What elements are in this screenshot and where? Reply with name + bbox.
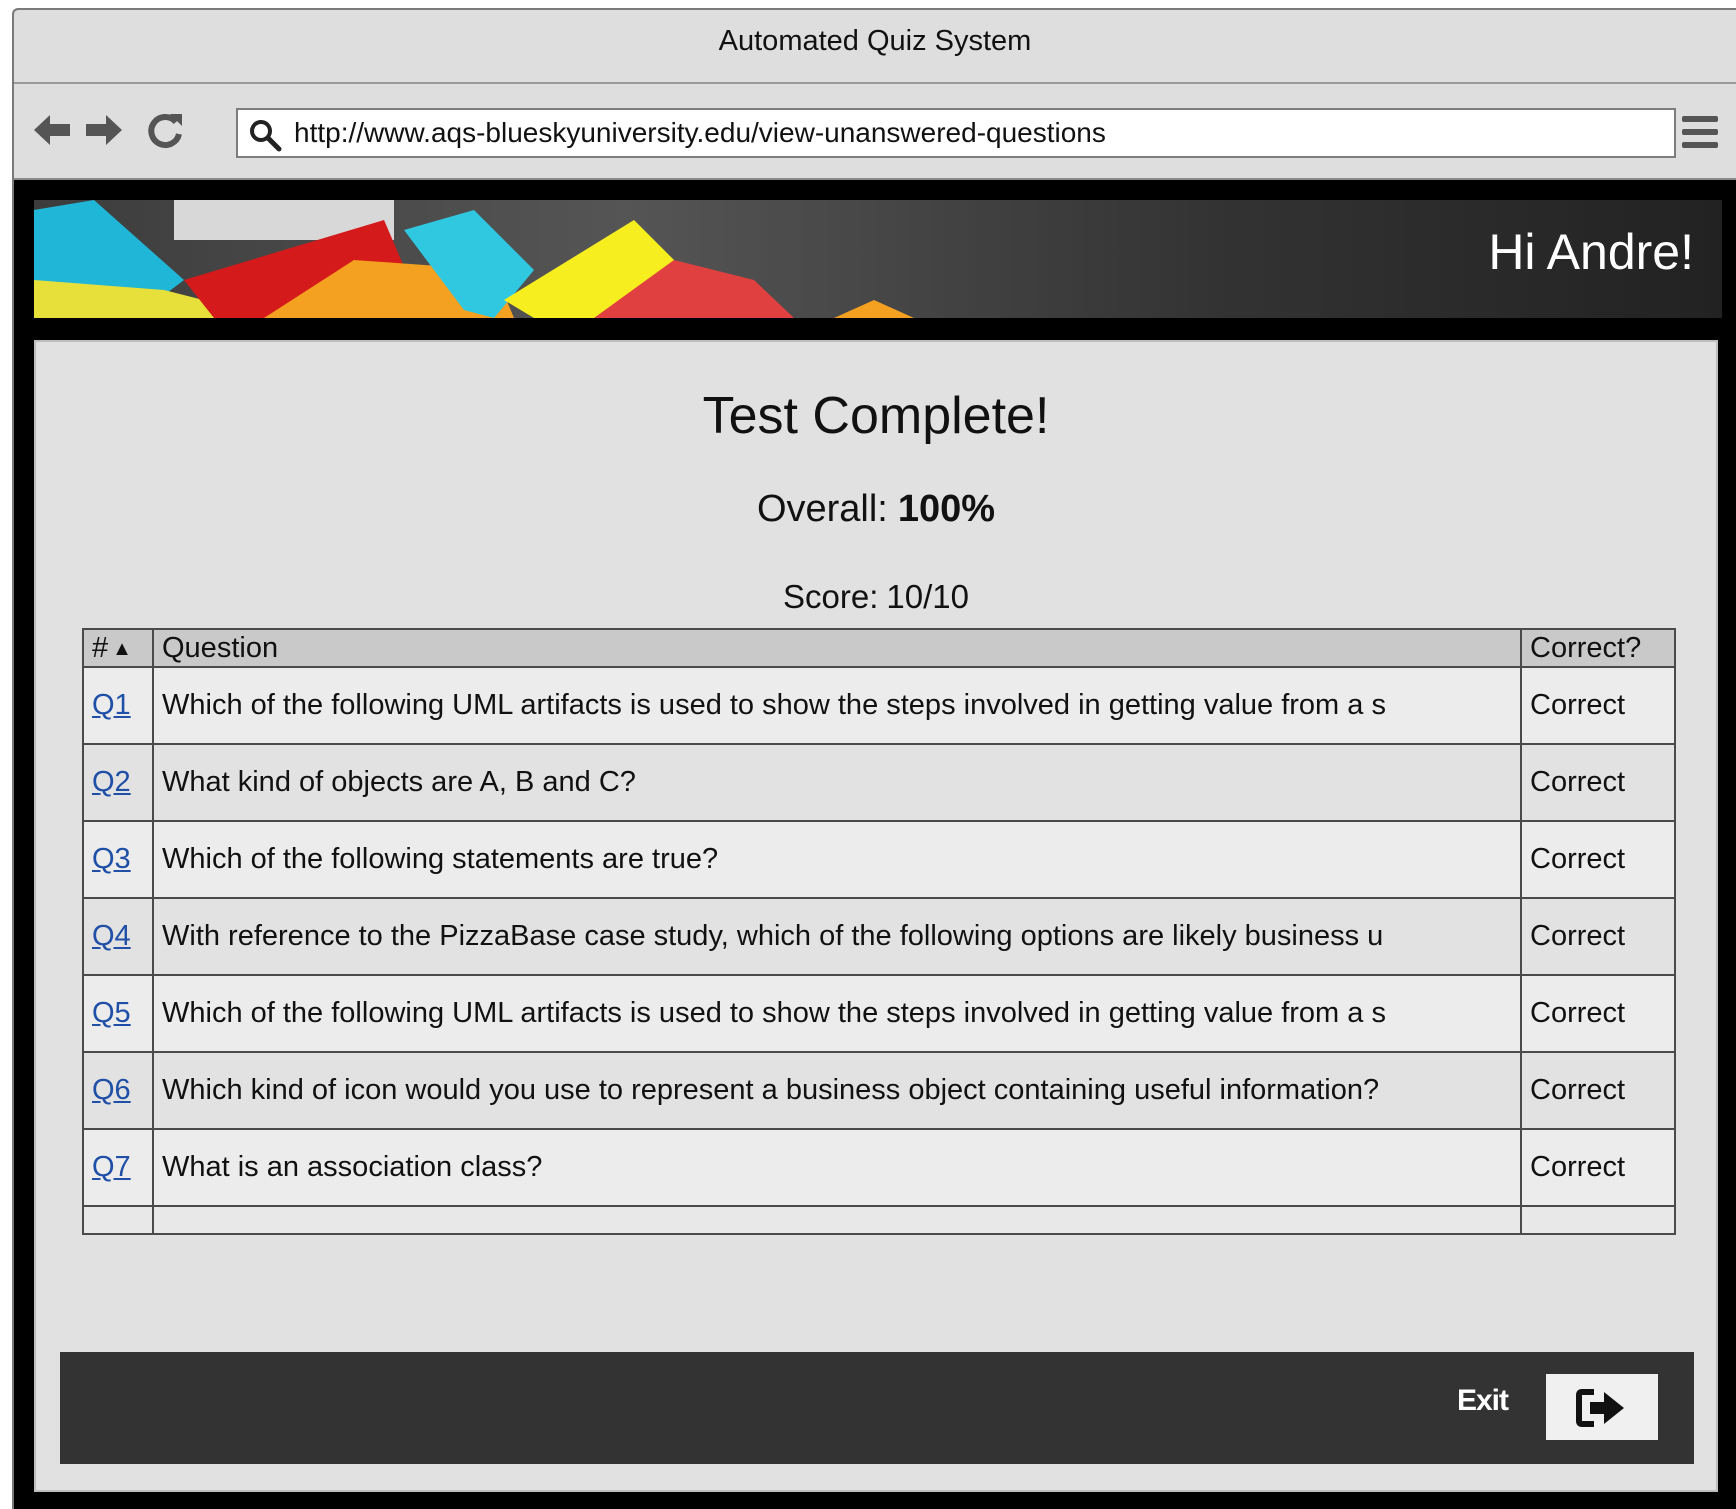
- question-link[interactable]: Q4: [92, 920, 131, 952]
- question-text: What kind of objects are A, B and C?: [152, 743, 1522, 822]
- table-row: Q1 Which of the following UML artifacts …: [82, 666, 1676, 745]
- table-row: Q3 Which of the following statements are…: [82, 820, 1676, 899]
- address-bar[interactable]: [236, 108, 1676, 158]
- results-panel: Test Complete! Overall: 100% Score: 10/10 …: [34, 340, 1718, 1492]
- question-text: With reference to the PizzaBase case stu…: [152, 897, 1522, 976]
- url-input[interactable]: [294, 114, 1654, 152]
- correct-status: Correct: [1520, 666, 1676, 745]
- browser-menu-button[interactable]: [1678, 108, 1722, 156]
- score-result: Score: 10/10: [36, 578, 1716, 616]
- user-greeting: Hi Andre!: [1488, 224, 1694, 280]
- forward-button[interactable]: [82, 110, 126, 150]
- table-row: Q6 Which kind of icon would you use to r…: [82, 1051, 1676, 1130]
- question-text: Which kind of icon would you use to repr…: [152, 1051, 1522, 1130]
- back-button[interactable]: [30, 110, 74, 150]
- hamburger-menu-icon: [1682, 116, 1718, 148]
- empty-table-row: [82, 1205, 1676, 1235]
- correct-status: Correct: [1520, 1128, 1676, 1207]
- correct-status: Correct: [1520, 897, 1676, 976]
- question-text: Which of the following statements are tr…: [152, 820, 1522, 899]
- correct-status: Correct: [1520, 1051, 1676, 1130]
- score-value: 10/10: [886, 578, 969, 615]
- browser-window: Automated Quiz System http://www.aqs-blu…: [12, 8, 1736, 1509]
- question-link[interactable]: Q1: [92, 689, 131, 721]
- window-title: Automated Quiz System: [14, 10, 1736, 84]
- exit-label: Exit: [1456, 1384, 1509, 1417]
- forward-arrow-icon: [86, 115, 122, 145]
- refresh-icon: [148, 114, 182, 149]
- overall-result: Overall: 100%: [36, 488, 1716, 531]
- question-link[interactable]: Q5: [92, 997, 131, 1029]
- table-row: Q2 What kind of objects are A, B and C? …: [82, 743, 1676, 822]
- sort-ascending-icon: ▲: [112, 637, 132, 660]
- exit-button[interactable]: [1546, 1374, 1658, 1440]
- question-link[interactable]: Q6: [92, 1074, 131, 1106]
- column-header-question[interactable]: Question: [152, 628, 1522, 668]
- question-link[interactable]: Q2: [92, 766, 131, 798]
- back-arrow-icon: [34, 115, 70, 145]
- browser-toolbar: [14, 84, 1736, 180]
- question-link[interactable]: Q7: [92, 1151, 131, 1183]
- correct-status: Correct: [1520, 743, 1676, 822]
- table-header-row: # ▲ Question Correct?: [82, 628, 1676, 668]
- page-title: Test Complete!: [702, 387, 1050, 445]
- question-text: Which of the following UML artifacts is …: [152, 666, 1522, 745]
- question-link[interactable]: Q3: [92, 843, 131, 875]
- score-label: Score:: [783, 578, 879, 615]
- results-table: # ▲ Question Correct? Q1 Which of the fol…: [82, 628, 1676, 1235]
- table-row: Q7 What is an association class? Correct: [82, 1128, 1676, 1207]
- overall-value: 100%: [897, 488, 996, 530]
- refresh-button[interactable]: [144, 110, 188, 150]
- question-text: What is an association class?: [152, 1128, 1522, 1207]
- column-header-number[interactable]: # ▲: [82, 628, 154, 668]
- footer-bar: Exit: [60, 1352, 1694, 1464]
- search-icon: [250, 120, 282, 152]
- question-text: Which of the following UML artifacts is …: [152, 974, 1522, 1053]
- table-row: Q5 Which of the following UML artifacts …: [82, 974, 1676, 1053]
- colorful-blocks-image: [34, 200, 914, 318]
- exit-icon: [1576, 1388, 1624, 1427]
- correct-status: Correct: [1520, 974, 1676, 1053]
- column-header-correct[interactable]: Correct?: [1520, 628, 1676, 668]
- correct-status: Correct: [1520, 820, 1676, 899]
- header-banner: Hi Andre!: [34, 200, 1722, 318]
- table-row: Q4 With reference to the PizzaBase case …: [82, 897, 1676, 976]
- overall-label: Overall:: [756, 488, 888, 530]
